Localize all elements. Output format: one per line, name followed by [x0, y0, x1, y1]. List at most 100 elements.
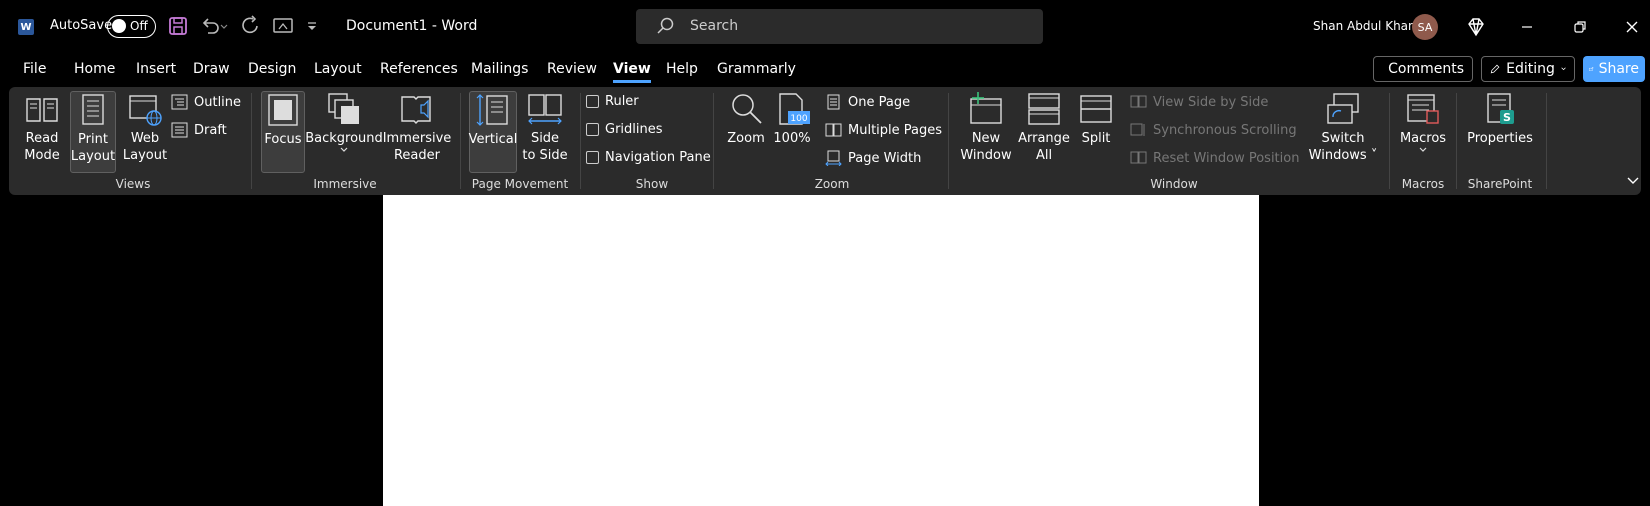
editing-button[interactable]: Editing [1481, 56, 1575, 82]
separator [713, 93, 714, 189]
ruler-check-box[interactable] [586, 95, 599, 108]
chevron-down-icon [1561, 67, 1566, 71]
tab-insert[interactable]: Insert [136, 61, 176, 77]
outline-button[interactable]: Outline [171, 94, 241, 110]
tab-grammarly[interactable]: Grammarly [717, 61, 796, 77]
new-window-icon [970, 92, 1002, 124]
background-button[interactable]: Background [305, 91, 383, 153]
focus-icon [268, 94, 298, 126]
tab-mailings[interactable]: Mailings [471, 61, 528, 77]
diamond-icon[interactable] [1464, 15, 1488, 39]
chevron-down-icon [1419, 147, 1427, 152]
navigation-pane-checkbox[interactable]: Navigation Pane [586, 150, 711, 165]
reset-window-position-button[interactable]: Reset Window Position [1130, 150, 1299, 166]
web-layout-button[interactable]: Web Layout [122, 91, 168, 164]
redo-icon[interactable] [240, 15, 262, 37]
undo-dropdown-icon[interactable] [219, 15, 229, 37]
avatar[interactable]: SA [1412, 14, 1438, 40]
tab-file[interactable]: File [23, 61, 46, 77]
web-layout-label-2: Layout [122, 148, 168, 163]
print-layout-button[interactable]: Print Layout [70, 91, 116, 173]
close-icon[interactable] [1620, 15, 1644, 39]
immersive-reader-button[interactable]: Immersive Reader [383, 91, 451, 164]
view-side-by-side-button[interactable]: View Side by Side [1130, 94, 1268, 110]
save-icon[interactable] [167, 15, 189, 37]
synchronous-scrolling-icon [1130, 123, 1145, 136]
side-to-side-label-1: Side [530, 131, 560, 146]
zoom-100-icon: 100 [779, 93, 810, 125]
multiple-pages-button[interactable]: Multiple Pages [825, 122, 942, 138]
split-button[interactable]: Split [1075, 91, 1117, 147]
arrange-all-button[interactable]: Arrange All [1015, 91, 1073, 164]
document-page[interactable] [383, 195, 1259, 506]
page-width-button[interactable]: Page Width [825, 150, 921, 166]
zoom-100-button[interactable]: 100 100% [771, 91, 813, 147]
read-mode-button[interactable]: Read Mode [19, 91, 65, 164]
one-page-label: One Page [848, 94, 911, 110]
page-width-icon [825, 150, 842, 166]
synchronous-scrolling-button[interactable]: Synchronous Scrolling [1130, 122, 1297, 138]
side-to-side-button[interactable]: Side to Side [520, 91, 570, 164]
tab-view[interactable]: View [613, 61, 651, 83]
undo-icon[interactable] [199, 15, 221, 37]
view-side-by-side-label: View Side by Side [1153, 94, 1269, 110]
macros-button[interactable]: Macros [1399, 91, 1447, 153]
tab-references[interactable]: References [380, 61, 458, 77]
comments-label: Comments [1388, 61, 1464, 77]
tab-design[interactable]: Design [248, 61, 296, 77]
pencil-icon [1490, 64, 1500, 74]
separator [580, 93, 581, 189]
page-movement-group-label: Page Movement [471, 177, 569, 191]
one-page-button[interactable]: One Page [825, 94, 910, 110]
tab-draw[interactable]: Draw [193, 61, 230, 77]
zoom-label: Zoom [727, 131, 765, 146]
customize-toolbar-icon[interactable] [305, 15, 319, 37]
focus-button[interactable]: Focus [261, 91, 305, 173]
search-box[interactable]: Search [636, 9, 1043, 44]
reset-window-position-label: Reset Window Position [1153, 150, 1300, 166]
split-label: Split [1081, 131, 1111, 146]
present-icon[interactable] [272, 15, 294, 37]
web-layout-icon [129, 95, 162, 126]
vertical-button[interactable]: Vertical [469, 91, 517, 173]
zoom-group-label: Zoom [814, 177, 850, 191]
separator [1546, 93, 1547, 189]
tab-help[interactable]: Help [666, 61, 698, 77]
macros-group-label: Macros [1401, 177, 1445, 191]
macros-icon [1407, 94, 1439, 124]
collapse-ribbon-icon[interactable] [1626, 176, 1640, 186]
gridlines-checkbox[interactable]: Gridlines [586, 122, 663, 137]
arrange-all-label-2: All [1035, 148, 1053, 163]
read-mode-label-2: Mode [24, 148, 60, 163]
comments-button[interactable]: Comments [1373, 56, 1473, 82]
switch-windows-label-1: Switch [1321, 131, 1365, 146]
gridlines-check-box[interactable] [586, 123, 599, 136]
draft-button[interactable]: Draft [171, 122, 227, 138]
properties-button[interactable]: S Properties [1465, 91, 1535, 147]
tab-layout[interactable]: Layout [314, 61, 362, 77]
ribbon-panel: Read Mode Print Layout Web Layout Outlin… [9, 87, 1641, 195]
immersive-reader-icon [401, 96, 431, 124]
restore-icon[interactable] [1568, 15, 1592, 39]
minimize-icon[interactable] [1515, 15, 1539, 39]
new-window-label-1: New [971, 131, 1001, 146]
side-to-side-label-2: to Side [522, 148, 568, 163]
focus-label: Focus [264, 132, 302, 147]
share-button[interactable]: Share [1583, 56, 1645, 82]
immersive-reader-label-2: Reader [393, 148, 440, 163]
navigation-pane-check-box[interactable] [586, 151, 599, 164]
properties-icon: S [1487, 93, 1514, 124]
user-name[interactable]: Shan Abdul Khan [1313, 19, 1416, 33]
new-window-button[interactable]: New Window [959, 91, 1013, 164]
tab-review[interactable]: Review [547, 61, 597, 77]
view-side-by-side-icon [1130, 95, 1147, 108]
zoom-button[interactable]: Zoom [724, 91, 768, 147]
tab-home[interactable]: Home [74, 61, 115, 77]
switch-windows-button[interactable]: Switch Windows ˅ [1306, 91, 1380, 164]
toggle-knob [112, 19, 126, 33]
ruler-checkbox[interactable]: Ruler [586, 94, 639, 109]
arrange-all-icon [1028, 93, 1060, 125]
chevron-down-icon [340, 147, 348, 152]
autosave-label: AutoSave [50, 18, 113, 33]
autosave-toggle[interactable]: Off [107, 15, 156, 38]
